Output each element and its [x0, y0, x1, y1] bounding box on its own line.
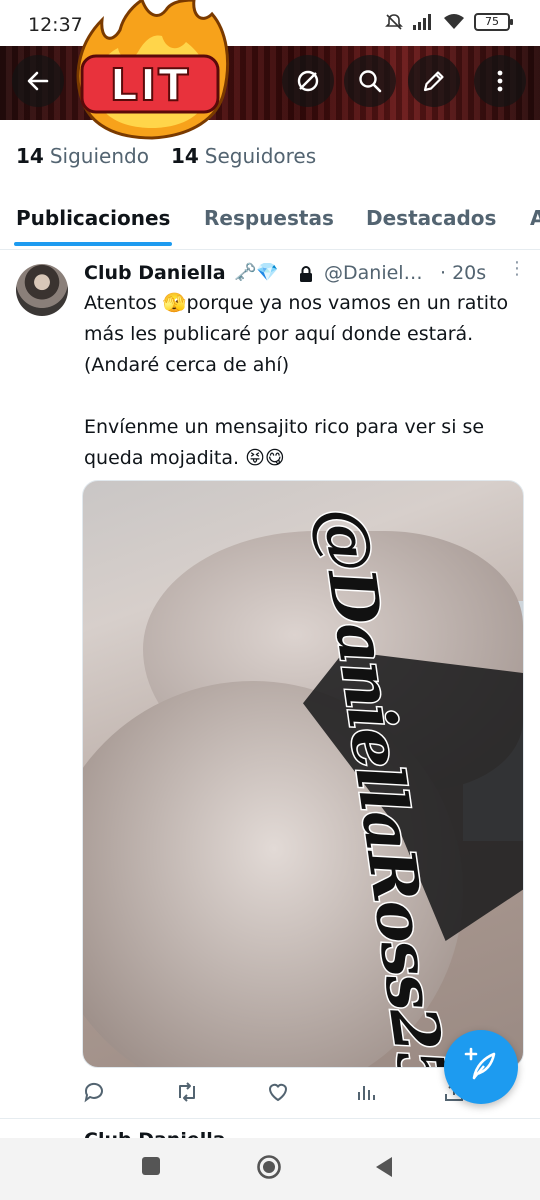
compose-feather-icon — [462, 1046, 500, 1088]
lit-badge-text: LIT — [110, 60, 190, 111]
next-tweet-peek[interactable]: Club Daniella — [0, 1118, 540, 1138]
signal-icon — [412, 13, 434, 31]
like-button[interactable] — [266, 1080, 290, 1108]
tweet-text: Atentos 🫣porque ya nos vamos en un ratit… — [84, 288, 524, 474]
tab-more[interactable]: A — [530, 206, 540, 230]
more-button[interactable] — [474, 55, 526, 107]
views-button[interactable] — [354, 1080, 378, 1108]
following-count: 14 — [16, 144, 44, 168]
square-icon — [142, 1157, 160, 1175]
system-navigation-bar — [0, 1138, 540, 1200]
more-vertical-icon — [487, 68, 513, 94]
recents-button[interactable] — [141, 1156, 161, 1180]
tweet-text-paragraph-1: Atentos 🫣porque ya nos vamos en un ratit… — [84, 292, 509, 376]
compose-button[interactable] — [444, 1030, 518, 1104]
search-button[interactable] — [344, 55, 396, 107]
retweet-button[interactable] — [174, 1080, 200, 1108]
edit-profile-button[interactable] — [408, 55, 460, 107]
edit-circle-icon — [295, 68, 321, 94]
wifi-icon — [442, 13, 466, 31]
avatar[interactable] — [16, 264, 68, 316]
tweet-more-icon[interactable]: ⋮ — [508, 260, 526, 278]
tweet-media-image[interactable]: @DaniellaRoss25 — [82, 480, 524, 1068]
grok-button[interactable] — [282, 55, 334, 107]
tweet-author-name[interactable]: Club Daniella — [84, 262, 226, 284]
tab-destacados[interactable]: Destacados — [366, 206, 496, 230]
following-link[interactable]: 14 Siguiendo — [16, 144, 149, 168]
tweet-author-badges: 🗝️💎 — [234, 262, 279, 283]
back-button[interactable] — [12, 55, 64, 107]
arrow-left-icon — [25, 68, 51, 94]
tweet-handle[interactable]: @Daniel… — [324, 262, 423, 284]
followers-link[interactable]: 14 Seguidores — [171, 144, 316, 168]
following-label: Siguiendo — [49, 144, 149, 168]
active-tab-indicator — [14, 242, 172, 246]
circle-icon — [257, 1155, 281, 1179]
retweet-icon — [174, 1082, 200, 1108]
tweet-timestamp[interactable]: · 20s — [440, 262, 486, 284]
tab-respuestas[interactable]: Respuestas — [204, 206, 334, 230]
battery-indicator: 75 — [474, 13, 513, 31]
mute-icon — [384, 12, 404, 32]
followers-count: 14 — [170, 144, 199, 168]
followers-label: Seguidores — [204, 144, 317, 168]
status-icons: 75 — [384, 12, 513, 32]
search-icon — [357, 68, 383, 94]
reply-button[interactable] — [82, 1080, 106, 1108]
lock-icon — [298, 265, 314, 288]
home-button[interactable] — [256, 1154, 282, 1184]
triangle-back-icon — [376, 1157, 392, 1177]
like-icon — [266, 1083, 290, 1108]
back-nav-button[interactable] — [374, 1156, 394, 1182]
views-icon — [354, 1086, 378, 1108]
tab-publicaciones[interactable]: Publicaciones — [16, 206, 170, 230]
next-tweet-author: Club Daniella — [84, 1129, 226, 1138]
tweet-header: Club Daniella 🗝️💎 @Daniel… · 20s ⋮ — [84, 260, 526, 288]
reply-icon — [82, 1082, 106, 1108]
profile-tabs: Publicaciones Respuestas Destacados A — [0, 196, 540, 250]
tweet-text-paragraph-2: Envíenme un mensajito rico para ver si s… — [84, 416, 485, 469]
pencil-icon — [421, 68, 447, 94]
lit-sticker: LIT — [62, 0, 238, 140]
follow-stats: 14 Siguiendo 14 Seguidores — [16, 144, 316, 168]
